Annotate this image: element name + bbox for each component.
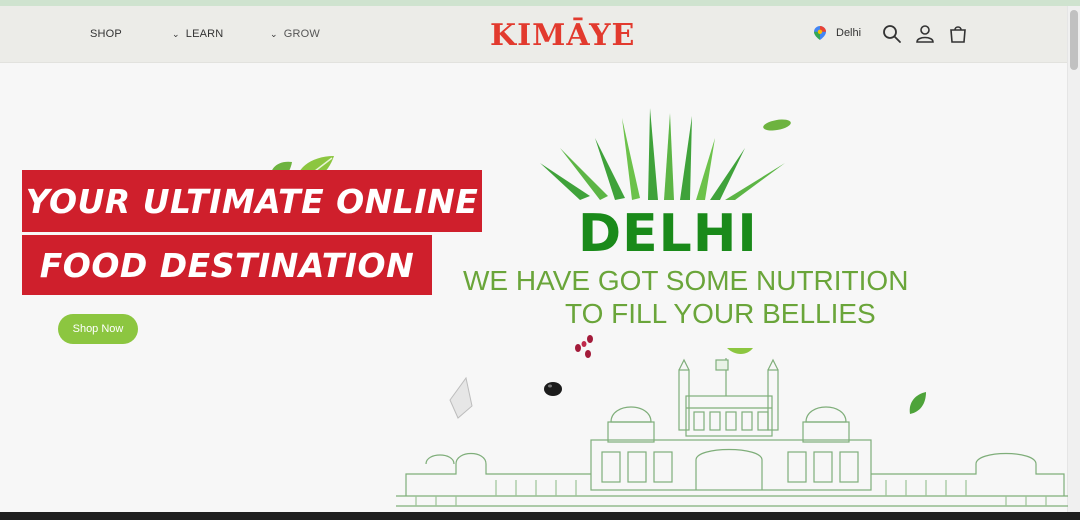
chevron-down-icon: ⌄ xyxy=(270,28,278,39)
map-pin-icon xyxy=(814,26,826,40)
grass-illustration xyxy=(540,108,785,200)
nav-learn[interactable]: ⌄ LEARN xyxy=(172,28,223,40)
hero-banner-line2-text: FOOD DESTINATION xyxy=(39,245,415,285)
nav-shop[interactable]: SHOP xyxy=(90,28,122,40)
hero-banner-line2: FOOD DESTINATION xyxy=(22,235,432,295)
logo-text: KIMĀYE xyxy=(490,18,636,53)
location-selector[interactable]: Delhi xyxy=(814,26,861,40)
hero-banner-line1: YOUR ULTIMATE ONLINE xyxy=(22,170,482,232)
scrollbar-thumb[interactable] xyxy=(1070,10,1078,70)
site-header: SHOP ⌄ LEARN ⌄ GROW KIMĀYE Delhi xyxy=(0,6,1068,63)
tagline-line1: WE HAVE GOT SOME NUTRITION xyxy=(463,265,909,296)
leaf-decoration-icon xyxy=(763,119,791,131)
nav-learn-label: LEARN xyxy=(185,28,224,40)
nav-grow[interactable]: ⌄ GROW xyxy=(270,28,320,40)
hero-banner-line1-text: YOUR ULTIMATE ONLINE xyxy=(25,181,479,221)
nav-shop-label: SHOP xyxy=(90,28,122,40)
user-icon[interactable] xyxy=(915,24,935,44)
search-icon[interactable] xyxy=(882,24,902,44)
site-logo[interactable]: KIMĀYE xyxy=(490,18,635,53)
tagline-line2: TO FILL YOUR BELLIES xyxy=(565,298,876,329)
location-label: Delhi xyxy=(836,27,862,39)
city-heading: DELHI xyxy=(578,204,758,264)
nav-grow-label: GROW xyxy=(283,28,320,40)
shop-now-label: Shop Now xyxy=(72,323,124,335)
os-taskbar xyxy=(0,512,1080,520)
scrollbar[interactable] xyxy=(1067,6,1080,514)
cart-icon[interactable] xyxy=(948,24,968,44)
red-fort-illustration xyxy=(396,358,1068,507)
shop-now-button[interactable]: Shop Now xyxy=(58,314,138,344)
chevron-down-icon: ⌄ xyxy=(172,28,180,39)
